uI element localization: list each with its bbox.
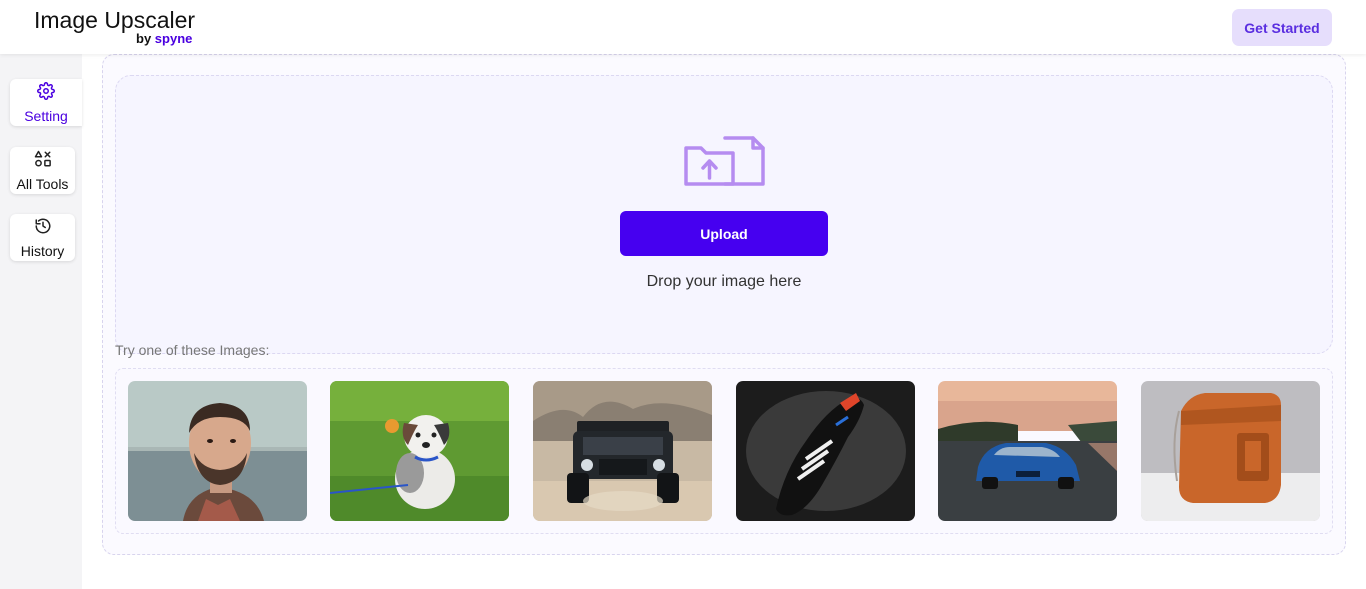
shapes-icon xyxy=(34,150,52,173)
brand-byline: by spyne xyxy=(136,31,192,46)
sample-image-jeep[interactable] xyxy=(533,381,712,521)
sample-image-puppy[interactable] xyxy=(330,381,509,521)
get-started-button[interactable]: Get Started xyxy=(1232,9,1332,46)
sidebar-item-label: All Tools xyxy=(16,175,69,192)
sidebar-item-label: History xyxy=(20,242,65,259)
drop-hint: Drop your image here xyxy=(646,273,802,290)
sample-image-orange-bag[interactable] xyxy=(1141,381,1320,521)
history-icon xyxy=(34,217,52,240)
sample-image-sneaker[interactable] xyxy=(736,381,915,521)
gear-icon xyxy=(37,81,55,105)
sidebar-item-label: Setting xyxy=(24,107,68,124)
sidebar-item-setting[interactable]: Setting xyxy=(10,79,82,126)
sidebar-item-history[interactable]: History xyxy=(10,214,75,261)
sample-image-blue-car[interactable] xyxy=(938,381,1117,521)
sidebar: Setting All Tools History xyxy=(0,54,82,589)
app-title: Image Upscaler xyxy=(34,7,196,33)
brand-name: spyne xyxy=(154,31,193,46)
sidebar-item-all-tools[interactable]: All Tools xyxy=(10,147,75,194)
samples-label: Try one of these Images: xyxy=(115,342,270,358)
top-header: Image Upscaler by spyne Get Started xyxy=(0,0,1366,54)
sample-image-man-portrait[interactable] xyxy=(128,381,307,521)
by-label: by xyxy=(136,31,152,46)
folder-upload-icon xyxy=(683,134,767,188)
app-logo[interactable]: Image Upscaler by spyne xyxy=(34,8,199,48)
upload-button[interactable]: Upload xyxy=(620,211,828,256)
